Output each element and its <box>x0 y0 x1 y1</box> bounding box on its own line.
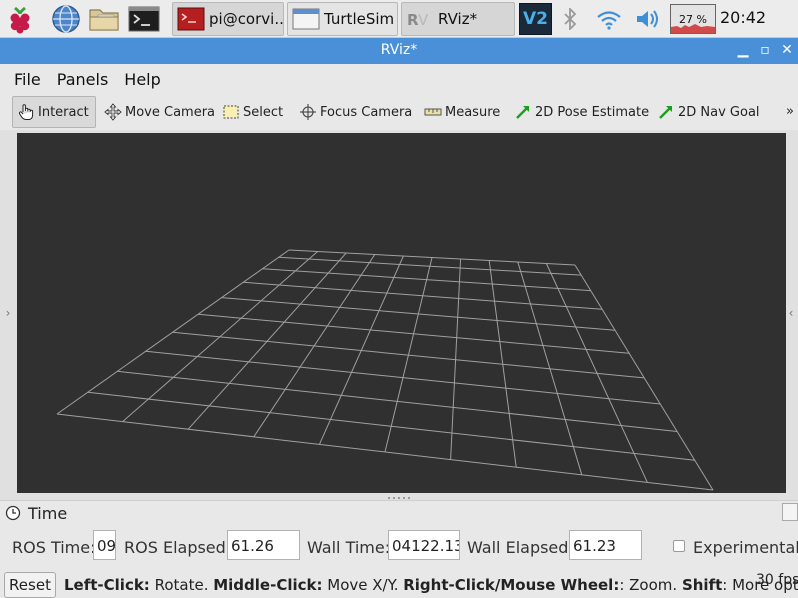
wall-elapsed-label: Wall Elapsed: <box>467 538 574 557</box>
hint-left-click-action: Rotate. <box>149 576 214 594</box>
time-panel-title: Time <box>28 504 68 523</box>
task-terminal[interactable]: pi@corvi... <box>172 2 284 36</box>
ros-elapsed-field[interactable]: 61.26 <box>227 530 300 560</box>
task-turtlesim[interactable]: TurtleSim <box>287 2 398 36</box>
grid-line <box>187 252 347 430</box>
tool-focus-camera[interactable]: Focus Camera <box>295 96 416 128</box>
tool-label: Interact <box>38 104 89 120</box>
undock-panel-button[interactable] <box>782 503 798 521</box>
tool-select[interactable]: Select <box>218 96 287 128</box>
grid-line <box>384 257 433 453</box>
ground-grid <box>56 249 714 491</box>
hint-middle-click-action: Move X/Y. <box>322 576 404 594</box>
green-arrow-icon <box>659 106 672 119</box>
experimental-checkbox[interactable] <box>673 540 685 552</box>
ros-time-field[interactable]: 09 <box>93 530 116 560</box>
task-label: TurtleSim <box>324 10 395 28</box>
tool-label: Focus Camera <box>320 104 413 120</box>
ruler-icon <box>424 108 442 116</box>
grid-line <box>517 261 583 475</box>
fps-counter: 30 fps <box>756 572 798 588</box>
tool-2d-nav-goal[interactable]: 2D Nav Goal <box>653 96 764 128</box>
raspberry-menu-icon[interactable] <box>4 3 36 35</box>
tool-2d-pose-estimate[interactable]: 2D Pose Estimate <box>510 96 653 128</box>
grid-line <box>318 255 404 445</box>
move-arrows-icon <box>104 103 122 121</box>
menu-bar: File Panels Help <box>0 64 798 94</box>
time-panel: ROS Time: 09 ROS Elapsed: 61.26 Wall Tim… <box>0 524 798 568</box>
vnc-icon[interactable]: V2 <box>519 3 552 35</box>
left-dock-toggle-icon[interactable]: › <box>0 130 16 496</box>
grid-line <box>574 264 714 491</box>
menu-file[interactable]: File <box>6 70 49 89</box>
svg-text:V: V <box>418 11 429 29</box>
tool-label: 2D Nav Goal <box>678 104 760 120</box>
web-browser-icon[interactable] <box>50 3 82 35</box>
ros-time-label: ROS Time: <box>12 538 96 557</box>
menu-panels[interactable]: Panels <box>49 70 117 89</box>
hint-shift: Shift <box>681 576 723 594</box>
wall-time-label: Wall Time: <box>307 538 391 557</box>
tool-label: Move Camera <box>125 104 216 120</box>
tool-measure[interactable]: Measure <box>420 96 504 128</box>
window-icon <box>292 8 320 30</box>
volume-icon[interactable] <box>632 3 662 35</box>
tool-label: 2D Pose Estimate <box>535 104 650 120</box>
hand-pointer-icon <box>18 104 34 120</box>
wifi-icon[interactable] <box>594 3 624 35</box>
cpu-monitor[interactable]: 27 % <box>670 4 716 34</box>
3d-viewport[interactable] <box>17 133 786 493</box>
task-label: RViz* <box>438 10 478 28</box>
menu-help[interactable]: Help <box>116 70 168 89</box>
maximize-icon[interactable]: ▫ <box>756 41 774 59</box>
tools-toolbar: Interact Move Camera Select Focus Camera… <box>0 94 798 130</box>
window-titlebar[interactable]: RViz* ▁ ▫ ✕ <box>0 38 798 64</box>
clock[interactable]: 20:42 <box>720 8 766 27</box>
status-bar: Reset Left-Click: Rotate. Middle-Click: … <box>0 568 798 598</box>
grid-line <box>122 251 318 422</box>
crosshair-icon <box>300 104 316 120</box>
right-dock-toggle-icon[interactable]: ‹ <box>783 130 798 496</box>
tool-interact[interactable]: Interact <box>12 96 96 128</box>
reset-button[interactable]: Reset <box>4 572 56 598</box>
hint-right-click-action: : Zoom. <box>619 576 682 594</box>
taskbar: pi@corvi... TurtleSim R V RViz* V2 27 % … <box>0 0 798 38</box>
render-area: › ‹ <box>0 130 798 496</box>
tool-move-camera[interactable]: Move Camera <box>100 96 219 128</box>
task-label: pi@corvi... <box>209 10 284 28</box>
terminal-icon[interactable] <box>128 3 160 35</box>
tool-label: Select <box>243 104 284 120</box>
select-box-icon <box>223 105 239 119</box>
grid-line <box>253 254 376 438</box>
experimental-label: Experimental <box>693 538 798 557</box>
status-hint: Left-Click: Rotate. Middle-Click: Move X… <box>64 576 798 594</box>
grid-line <box>56 249 290 415</box>
grid-line <box>488 260 517 468</box>
close-icon[interactable]: ✕ <box>778 41 796 59</box>
rviz-icon: R V <box>407 11 429 29</box>
wall-time-field[interactable]: 04122.13 <box>388 530 460 560</box>
cpu-percent: 27 % <box>679 12 707 26</box>
toolbar-overflow-button[interactable]: » <box>786 104 794 119</box>
task-rviz[interactable]: R V RViz* <box>401 2 515 36</box>
terminal-red-icon <box>177 7 205 31</box>
hint-right-click: Right-Click/Mouse Wheel: <box>403 576 620 594</box>
time-panel-header: Time <box>0 500 798 524</box>
green-arrow-icon <box>516 106 529 119</box>
ros-elapsed-label: ROS Elapsed: <box>124 538 232 557</box>
bluetooth-icon[interactable] <box>558 3 582 35</box>
tool-label: Measure <box>445 104 501 120</box>
window-title: RViz* <box>380 42 418 58</box>
hint-middle-click: Middle-Click: <box>213 576 323 594</box>
minimize-icon[interactable]: ▁ <box>734 41 752 59</box>
wall-elapsed-field[interactable]: 61.23 <box>569 530 642 560</box>
hint-left-click: Left-Click: <box>64 576 150 594</box>
file-manager-icon[interactable] <box>88 3 120 35</box>
clock-icon <box>5 505 21 521</box>
